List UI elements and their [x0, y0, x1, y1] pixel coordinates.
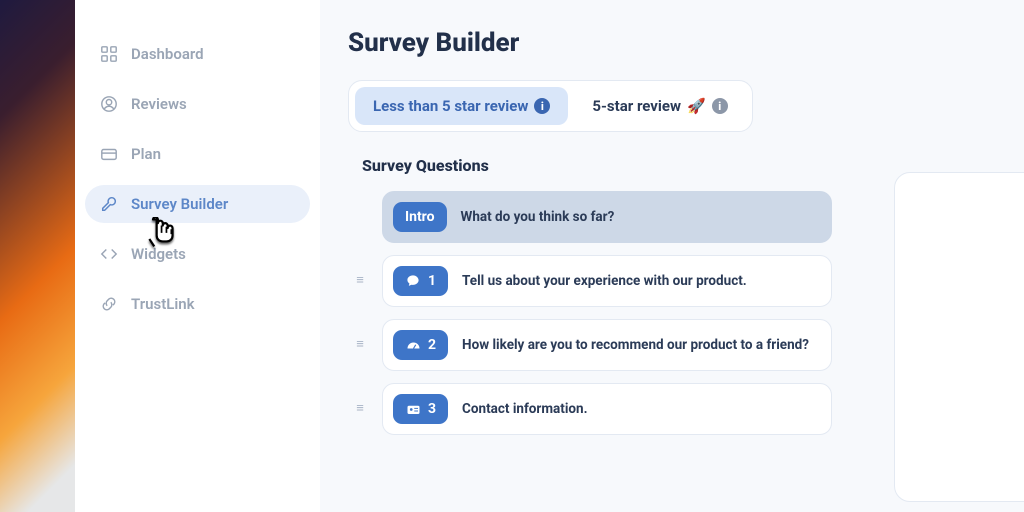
- question-badge: 3: [393, 394, 448, 424]
- badge-label: 2: [428, 337, 436, 353]
- question-card[interactable]: 2 How likely are you to recommend our pr…: [382, 319, 832, 371]
- question-badge: Intro: [393, 202, 447, 232]
- sidebar-item-label: TrustLink: [131, 295, 195, 313]
- wrench-icon: [99, 195, 119, 213]
- question-text: What do you think so far?: [461, 208, 615, 226]
- sidebar-item-reviews[interactable]: Reviews: [85, 85, 310, 123]
- sidebar-item-dashboard[interactable]: Dashboard: [85, 35, 310, 73]
- drag-handle-icon[interactable]: ≡: [352, 342, 368, 349]
- info-icon[interactable]: i: [712, 98, 728, 114]
- tab-label: Less than 5 star review: [373, 97, 528, 115]
- drag-handle-icon[interactable]: ≡: [352, 278, 368, 285]
- sidebar-item-label: Survey Builder: [131, 195, 228, 213]
- user-circle-icon: [99, 95, 119, 113]
- badge-label: Intro: [405, 209, 435, 225]
- badge-label: 1: [428, 273, 436, 289]
- sidebar: Dashboard Reviews Plan Survey Builder Wi: [75, 0, 320, 512]
- badge-label: 3: [428, 401, 436, 417]
- scale-icon: [405, 337, 421, 353]
- question-row: ≡ 2 How likely are you to recommend our …: [352, 319, 832, 371]
- question-badge: 1: [393, 266, 448, 296]
- questions-list: ≡ Intro What do you think so far? ≡ 1: [352, 191, 832, 435]
- desktop-wallpaper: [0, 0, 75, 512]
- preview-panel: [894, 172, 1024, 502]
- drag-handle-icon[interactable]: ≡: [352, 406, 368, 413]
- sidebar-item-label: Dashboard: [131, 45, 204, 63]
- mouse-cursor-icon: [144, 217, 184, 261]
- question-card[interactable]: 3 Contact information.: [382, 383, 832, 435]
- question-row: ≡ 3 Contact information.: [352, 383, 832, 435]
- main-content: Survey Builder Less than 5 star review i…: [320, 0, 1024, 512]
- link-icon: [99, 295, 119, 313]
- page-title: Survey Builder: [348, 28, 1024, 58]
- sidebar-item-label: Plan: [131, 145, 161, 163]
- dashboard-icon: [99, 45, 119, 63]
- question-card-intro[interactable]: Intro What do you think so far?: [382, 191, 832, 243]
- question-badge: 2: [393, 330, 448, 360]
- tab-label: 5-star review: [592, 97, 681, 115]
- tab-5-star[interactable]: 5-star review 🚀 i: [574, 87, 745, 125]
- info-icon[interactable]: i: [534, 98, 550, 114]
- rocket-icon: 🚀: [687, 97, 706, 115]
- question-row: ≡ 1 Tell us about your experience with o…: [352, 255, 832, 307]
- question-text: Contact information.: [462, 400, 587, 418]
- sidebar-item-survey-builder[interactable]: Survey Builder: [85, 185, 310, 223]
- question-card[interactable]: 1 Tell us about your experience with our…: [382, 255, 832, 307]
- sidebar-item-trustlink[interactable]: TrustLink: [85, 285, 310, 323]
- id-card-icon: [405, 401, 421, 417]
- question-text: Tell us about your experience with our p…: [462, 272, 747, 290]
- question-row: ≡ Intro What do you think so far?: [352, 191, 832, 243]
- credit-card-icon: [99, 145, 119, 163]
- question-text: How likely are you to recommend our prod…: [462, 336, 809, 354]
- sidebar-item-widgets[interactable]: Widgets: [85, 235, 310, 273]
- chat-icon: [405, 273, 421, 289]
- review-type-tabs: Less than 5 star review i 5-star review …: [348, 80, 753, 132]
- app-window: Dashboard Reviews Plan Survey Builder Wi: [75, 0, 1024, 512]
- tab-less-than-5[interactable]: Less than 5 star review i: [355, 87, 568, 125]
- sidebar-item-label: Reviews: [131, 95, 187, 113]
- sidebar-item-plan[interactable]: Plan: [85, 135, 310, 173]
- code-icon: [99, 245, 119, 263]
